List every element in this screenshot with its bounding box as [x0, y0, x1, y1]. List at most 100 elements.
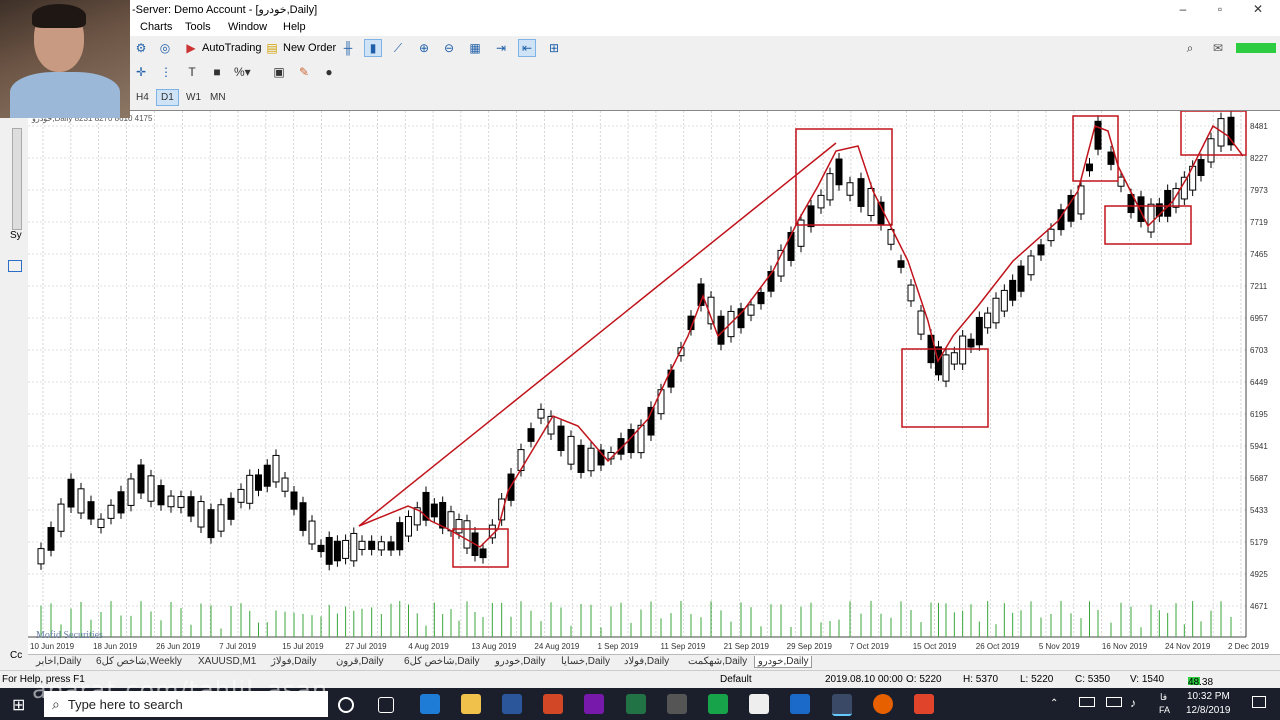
- date-label: 4 Aug 2019: [408, 642, 449, 651]
- file-explorer-icon[interactable]: [461, 694, 481, 714]
- powerpoint-icon[interactable]: [543, 694, 563, 714]
- chart-area[interactable]: 8481 8227 7973 7719 7465 7211 6957 6703 6449 6195…: [28, 110, 1280, 655]
- candle-body: [333, 540, 341, 562]
- candle-body: [747, 304, 755, 316]
- chart-tab[interactable]: شهکمت,Daily: [688, 656, 747, 667]
- zoom-in-icon[interactable]: ⊕: [416, 39, 432, 57]
- profiles-icon[interactable]: ⚙: [133, 39, 149, 57]
- timeframe-mn[interactable]: MN: [206, 90, 230, 105]
- menu-help[interactable]: Help: [283, 21, 306, 33]
- onenote-icon[interactable]: [584, 694, 604, 714]
- chart-tab-active[interactable]: خودرو,Daily: [754, 656, 813, 668]
- candle-body: [97, 518, 105, 529]
- search-icon[interactable]: ⌕: [1182, 39, 1198, 57]
- fibonacci-icon[interactable]: %▾: [234, 63, 251, 81]
- close-button[interactable]: ✕: [1248, 2, 1268, 16]
- chat-icon[interactable]: ✉: [1210, 39, 1226, 57]
- language-indicator[interactable]: فا: [1160, 692, 1167, 703]
- excel-icon[interactable]: [626, 694, 646, 714]
- zoom-out-icon[interactable]: ⊖: [441, 39, 457, 57]
- minimize-button[interactable]: –: [1173, 2, 1193, 16]
- text-icon[interactable]: T: [184, 63, 200, 81]
- autoscroll-icon[interactable]: ⇤: [518, 39, 536, 57]
- candle-body: [77, 488, 85, 514]
- clock-date[interactable]: 12/8/2019: [1186, 705, 1231, 716]
- ellipse-icon[interactable]: ●: [321, 63, 337, 81]
- tile-windows-icon[interactable]: ▦: [467, 39, 483, 57]
- templates-icon[interactable]: ⊞: [546, 39, 562, 57]
- recorder-icon[interactable]: [914, 694, 934, 714]
- word-icon[interactable]: [502, 694, 522, 714]
- candle-body: [317, 544, 325, 553]
- candle-body: [1180, 176, 1188, 200]
- network-icon[interactable]: [1079, 697, 1095, 707]
- grid-icon[interactable]: ⋮: [158, 63, 174, 81]
- crosshair-icon[interactable]: ✛: [133, 63, 149, 81]
- candle-body: [350, 532, 358, 562]
- chart-tab[interactable]: قرون,Daily: [336, 656, 384, 667]
- metatrader-icon[interactable]: [832, 694, 852, 716]
- status-profile: Default: [720, 674, 752, 685]
- panel-tab-symbols[interactable]: Sy: [10, 230, 22, 241]
- chart-tab[interactable]: شاخص کل6,Daily: [404, 656, 480, 667]
- chart-tab[interactable]: شاخص کل6,Weekly: [96, 656, 182, 667]
- panel-scrollbar[interactable]: [12, 128, 22, 230]
- chart-tab[interactable]: XAUUSD,M1: [198, 656, 256, 667]
- image-icon[interactable]: ▣: [271, 63, 287, 81]
- line-chart-icon[interactable]: ⟋: [390, 39, 406, 57]
- battery-icon[interactable]: [1106, 697, 1122, 707]
- zigzag-line: [358, 124, 1244, 548]
- chart-tab[interactable]: اخابر,Daily: [36, 656, 81, 667]
- rectangle-icon[interactable]: ■: [209, 63, 225, 81]
- menu-charts[interactable]: Charts: [140, 21, 172, 33]
- tray-chevron-icon[interactable]: ⌃: [1050, 698, 1058, 709]
- chart-tab[interactable]: خسایا,Daily: [561, 656, 610, 667]
- edge-icon[interactable]: [420, 694, 440, 714]
- navigator-icon[interactable]: [8, 260, 22, 272]
- menu-tools[interactable]: Tools: [185, 21, 211, 33]
- timeframe-w1[interactable]: W1: [182, 90, 205, 105]
- date-label: 13 Aug 2019: [471, 642, 516, 651]
- candle-body: [835, 158, 843, 186]
- pencil-icon[interactable]: ✎: [296, 63, 312, 81]
- windows-start-icon[interactable]: ⊞: [12, 695, 25, 715]
- volume-icon[interactable]: ♪: [1130, 696, 1136, 710]
- candle-body: [187, 496, 195, 517]
- panel-tab-common[interactable]: Cc: [10, 650, 22, 661]
- candle-body: [342, 539, 350, 559]
- price-label: 4925: [1250, 570, 1268, 579]
- notifications-icon[interactable]: [1252, 696, 1266, 708]
- date-label: 26 Oct 2019: [976, 642, 1020, 651]
- firefox-icon[interactable]: [873, 694, 893, 714]
- candle-body: [405, 516, 412, 537]
- signals-icon[interactable]: ◎: [157, 39, 173, 57]
- timeframe-h4[interactable]: H4: [132, 90, 153, 105]
- candle-body: [1047, 228, 1055, 242]
- chart-shift-icon[interactable]: ⇥: [493, 39, 509, 57]
- timeframe-d1[interactable]: D1: [156, 89, 179, 106]
- calculator-icon[interactable]: [667, 694, 687, 714]
- left-panel: Sy Cc: [0, 110, 29, 670]
- watermark: aparat.com/tahlil_asan: [32, 676, 329, 704]
- chart-tab[interactable]: خودرو,Daily: [495, 656, 545, 667]
- restore-button[interactable]: ▫: [1210, 2, 1230, 16]
- candlestick-icon[interactable]: ▮: [364, 39, 382, 57]
- app-icon[interactable]: [790, 694, 810, 714]
- new-order-button[interactable]: ▤ New Order: [264, 39, 336, 57]
- task-view-icon[interactable]: [378, 697, 394, 713]
- price-chart[interactable]: 8481 8227 7973 7719 7465 7211 6957 6703 6449 6195…: [28, 111, 1280, 655]
- candle-body: [817, 194, 825, 209]
- candle-body: [463, 520, 471, 549]
- status-low: L: 5220: [1020, 674, 1054, 685]
- chart-tab[interactable]: فولاد,Daily: [624, 656, 669, 667]
- clock-time[interactable]: 10:32 PM: [1187, 691, 1230, 702]
- candle-body: [527, 428, 535, 442]
- camtasia-icon[interactable]: [708, 694, 728, 714]
- menu-window[interactable]: Window: [228, 21, 267, 33]
- bar-chart-icon[interactable]: ╫: [340, 39, 356, 57]
- cortana-icon[interactable]: [338, 697, 354, 713]
- chart-tab[interactable]: فولاژ,Daily: [271, 656, 317, 667]
- autotrading-button[interactable]: ▶ AutoTrading: [183, 39, 261, 57]
- mail-icon[interactable]: [749, 694, 769, 714]
- candle-body: [975, 316, 983, 346]
